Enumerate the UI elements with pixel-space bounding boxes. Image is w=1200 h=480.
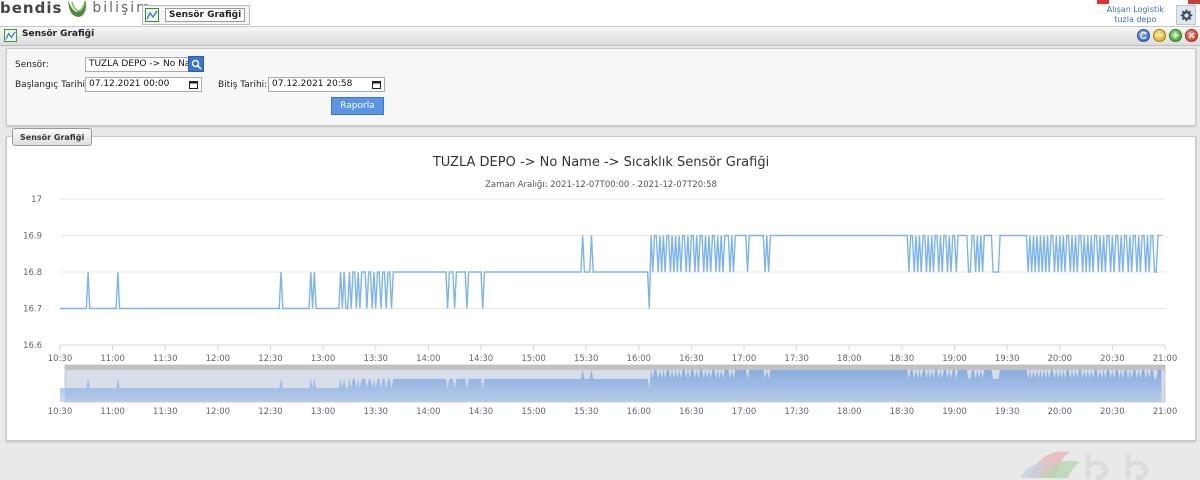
x-tick-label: 19:30 <box>995 354 1020 364</box>
navigator-x-tick-label: 15:30 <box>574 407 599 417</box>
navigator-x-tick-label: 11:30 <box>153 407 178 417</box>
navigator-x-tick-label: 11:00 <box>100 407 125 417</box>
y-tick-label: 16.9 <box>23 232 42 242</box>
chart-icon <box>4 29 17 42</box>
end-date-input[interactable]: 07.12.2021 20:58 <box>268 77 385 92</box>
window-title-bar: Sensör Grafiği <box>0 26 1200 46</box>
y-tick-label: 16.7 <box>23 305 42 315</box>
navigator-x-tick-label: 13:00 <box>311 407 336 417</box>
navigator-x-tick-label: 20:00 <box>1048 407 1073 417</box>
x-tick-label: 12:00 <box>206 354 231 364</box>
x-tick-label: 17:00 <box>732 354 757 364</box>
x-tick-label: 18:30 <box>890 354 915 364</box>
logo-text-left: bendis <box>0 0 63 17</box>
x-tick-label: 19:00 <box>942 354 967 364</box>
navigator-x-tick-label: 19:00 <box>942 407 967 417</box>
x-tick-label: 14:30 <box>469 354 494 364</box>
x-tick-label: 20:30 <box>1100 354 1125 364</box>
y-tick-label: 16.6 <box>23 341 42 351</box>
x-tick-label: 10:30 <box>48 354 73 364</box>
x-tick-label: 16:00 <box>627 354 652 364</box>
navigator-x-tick-label: 12:00 <box>206 407 231 417</box>
navigator-x-tick-label: 16:00 <box>627 407 652 417</box>
close-icon <box>1188 32 1195 39</box>
calendar-icon[interactable] <box>372 80 381 89</box>
window-controls <box>1137 29 1198 42</box>
x-tick-label: 15:30 <box>574 354 599 364</box>
end-date-value: 07.12.2021 20:58 <box>272 79 353 89</box>
user-info: Alışan Logistik tuzla depo <box>1107 5 1164 25</box>
top-bar: bendis bilişim Sensör Grafiği Alışan Log… <box>0 0 1200 26</box>
navigator-x-tick-label: 14:00 <box>416 407 441 417</box>
start-date-input[interactable]: 07.12.2021 00:00 <box>85 77 202 92</box>
navigator-x-tick-label: 10:30 <box>48 407 73 417</box>
x-tick-label: 12:30 <box>258 354 283 364</box>
red-marker <box>1097 0 1109 4</box>
navigator-x-tick-label: 21:00 <box>1153 407 1178 417</box>
window-title: Sensör Grafiği <box>22 29 95 39</box>
chart-icon <box>145 8 159 22</box>
brand-logo: bendis bilişim <box>0 0 152 20</box>
settings-button[interactable] <box>1176 5 1196 25</box>
x-tick-label: 16:30 <box>679 354 704 364</box>
open-tab-label: Sensör Grafiği <box>165 8 246 22</box>
navigator-x-tick-label: 17:30 <box>784 407 809 417</box>
x-tick-label: 14:00 <box>416 354 441 364</box>
sensor-search-button[interactable] <box>188 56 204 72</box>
chart-title: TUZLA DEPO -> No Name -> Sıcaklık Sensör… <box>432 155 769 170</box>
sensor-input[interactable]: TUZLA DEPO -> No Name <box>85 57 189 72</box>
navigator-x-tick-label: 16:30 <box>679 407 704 417</box>
calendar-icon[interactable] <box>189 80 198 89</box>
x-tick-label: 17:30 <box>784 354 809 364</box>
start-date-label: Başlangıç Tarihi: <box>15 80 89 90</box>
red-marker-right <box>1188 0 1200 4</box>
user-name: Alışan Logistik <box>1106 5 1164 14</box>
section-tab-sensor-chart[interactable]: Sensör Grafiği <box>12 128 93 146</box>
x-tick-label: 13:30 <box>363 354 388 364</box>
minimize-button[interactable] <box>1153 29 1166 42</box>
x-tick-label: 21:00 <box>1153 354 1178 364</box>
sensor-label: Sensör: <box>15 60 49 70</box>
x-tick-label: 18:00 <box>837 354 862 364</box>
x-tick-label: 20:00 <box>1048 354 1073 364</box>
user-site: tuzla depo <box>1114 15 1157 24</box>
gear-icon <box>1180 9 1192 21</box>
chart-subtitle: Zaman Aralığı: 2021-12-07T00:00 - 2021-1… <box>485 180 717 190</box>
x-tick-label: 15:00 <box>521 354 546 364</box>
navigator-x-tick-label: 20:30 <box>1100 407 1125 417</box>
search-icon <box>191 59 202 70</box>
plus-icon <box>1172 32 1179 39</box>
navigator-mask-top <box>65 365 1165 370</box>
x-tick-label: 11:30 <box>153 354 178 364</box>
y-tick-label: 17 <box>31 195 42 205</box>
end-date-label: Bitiş Tarihi: <box>218 80 268 90</box>
leaf-logo-icon <box>68 0 87 17</box>
navigator-x-tick-label: 19:30 <box>995 407 1020 417</box>
navigator-x-tick-label: 15:00 <box>521 407 546 417</box>
report-button[interactable]: Raporla <box>331 97 384 115</box>
navigator-selection <box>65 370 1165 402</box>
watermark-logo-icon <box>1020 451 1149 480</box>
refresh-button[interactable] <box>1137 29 1150 42</box>
navigator-x-tick-label: 12:30 <box>258 407 283 417</box>
minus-icon <box>1156 34 1163 37</box>
sensor-line-chart: TUZLA DEPO -> No Name -> Sıcaklık Sensör… <box>23 155 1178 417</box>
navigator-x-tick-label: 18:00 <box>837 407 862 417</box>
chart-panel: TUZLA DEPO -> No Name -> Sıcaklık Sensör… <box>6 136 1196 441</box>
open-tab-sensor-chart[interactable]: Sensör Grafiği <box>142 5 251 25</box>
close-button[interactable] <box>1185 29 1198 42</box>
navigator-x-tick-label: 13:30 <box>363 407 388 417</box>
y-tick-label: 16.8 <box>23 268 42 278</box>
navigator-x-tick-label: 14:30 <box>469 407 494 417</box>
maximize-button[interactable] <box>1169 29 1182 42</box>
refresh-icon <box>1140 31 1147 40</box>
navigator-x-tick-label: 18:30 <box>890 407 915 417</box>
filter-panel: Sensör: TUZLA DEPO -> No Name Başlangıç … <box>6 48 1196 126</box>
start-date-value: 07.12.2021 00:00 <box>89 79 170 89</box>
x-tick-label: 13:00 <box>311 354 336 364</box>
x-tick-label: 11:00 <box>100 354 125 364</box>
navigator-x-tick-label: 17:00 <box>732 407 757 417</box>
